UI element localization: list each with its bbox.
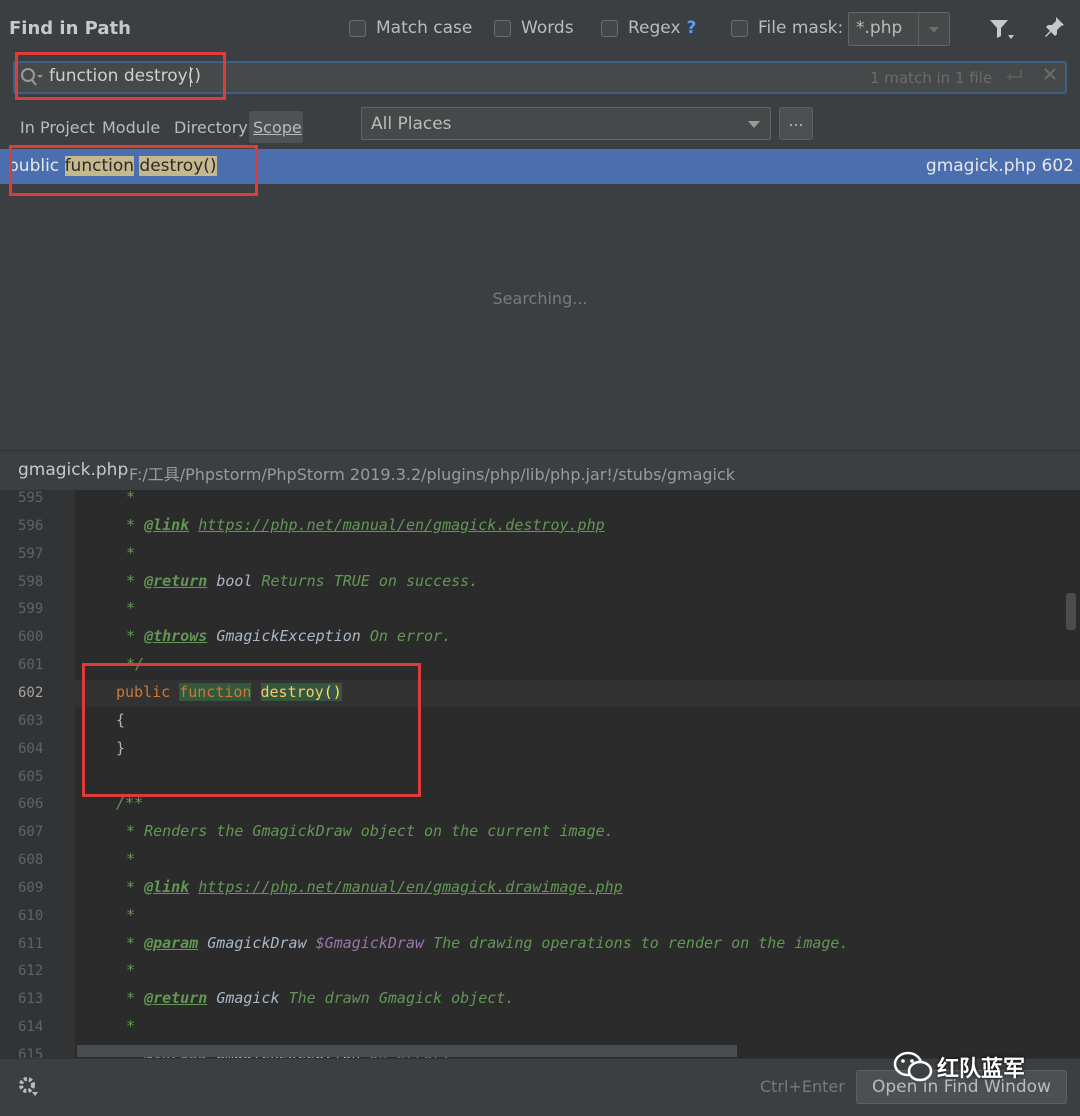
- annotation-box-result: [9, 145, 258, 196]
- tab-scope[interactable]: Scope: [253, 118, 302, 137]
- words-label: Words: [521, 18, 574, 38]
- chevron-down-icon: [929, 27, 939, 33]
- pin-icon[interactable]: [1043, 16, 1065, 45]
- result-file-location: gmagick.php 602: [925, 156, 1074, 176]
- regex-option[interactable]: Regex ?: [601, 18, 696, 38]
- words-checkbox[interactable]: [494, 19, 511, 37]
- tab-module-label: Module: [102, 118, 161, 137]
- searching-status: Searching...: [492, 289, 588, 308]
- preview-file-path: F:/工具/Phpstorm/PhpStorm 2019.3.2/plugins…: [129, 465, 736, 484]
- preview-file-name: gmagick.php: [18, 460, 129, 480]
- dialog-title: Find in Path: [9, 18, 131, 39]
- line-number-gutter: [0, 490, 75, 1058]
- words-option[interactable]: Words: [494, 18, 574, 38]
- file-mask-value[interactable]: *.php: [856, 18, 902, 38]
- file-mask-dropdown-button[interactable]: [918, 13, 950, 45]
- gear-icon[interactable]: [17, 1075, 39, 1102]
- watermark-text: 红队蓝军: [937, 1057, 1026, 1082]
- tab-scope-label: Scope: [253, 118, 302, 137]
- regex-label: Regex: [628, 18, 681, 38]
- watermark: 红队蓝军: [893, 1050, 1025, 1084]
- newline-icon[interactable]: [1004, 67, 1024, 90]
- wechat-icon: [893, 1051, 933, 1082]
- tab-directory[interactable]: Directory: [174, 118, 248, 137]
- match-case-label: Match case: [376, 18, 473, 38]
- match-count: 1 match in 1 file: [870, 69, 993, 87]
- file-mask-checkbox[interactable]: [731, 19, 748, 37]
- tab-in-project[interactable]: In Project: [20, 118, 95, 137]
- file-mask-label: File mask:: [758, 18, 844, 38]
- tab-directory-label: Directory: [174, 118, 248, 137]
- match-case-checkbox[interactable]: [349, 19, 366, 37]
- tab-module[interactable]: Module: [102, 118, 160, 137]
- browse-scope-button[interactable]: ...: [779, 107, 813, 140]
- scope-select-value[interactable]: All Places: [371, 114, 452, 134]
- match-case-option[interactable]: Match case: [349, 18, 472, 38]
- vertical-scrollbar[interactable]: [1066, 593, 1076, 630]
- chevron-down-icon: [748, 121, 760, 128]
- regex-help-link[interactable]: ?: [687, 18, 697, 38]
- regex-checkbox[interactable]: [601, 19, 618, 37]
- annotation-box-code: [82, 663, 421, 797]
- filter-icon[interactable]: [989, 18, 1015, 47]
- shortcut-hint: Ctrl+Enter: [760, 1077, 845, 1096]
- file-mask-option[interactable]: File mask:: [731, 18, 843, 38]
- horizontal-scrollbar[interactable]: [77, 1045, 737, 1057]
- tab-in-project-label: In Project: [20, 118, 95, 137]
- close-icon[interactable]: [1043, 66, 1057, 86]
- annotation-box-search: [15, 52, 226, 100]
